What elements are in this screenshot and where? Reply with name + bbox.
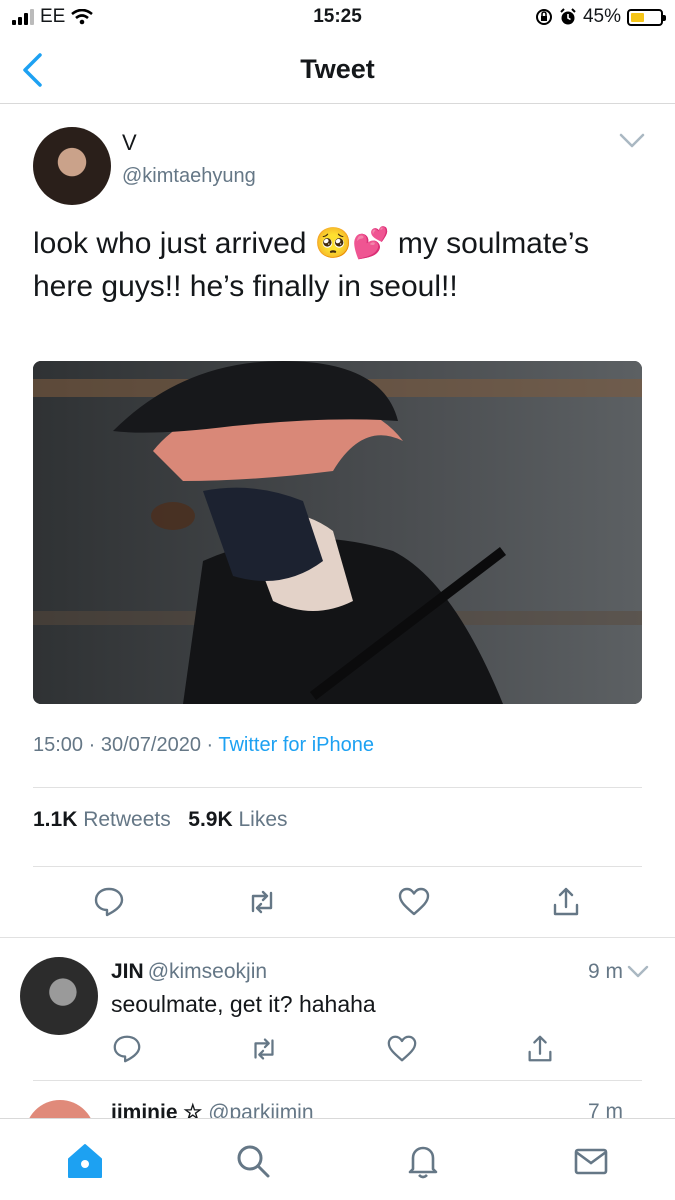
reply-author[interactable]: JIN @kimseokjin <box>111 960 267 984</box>
search-icon[interactable] <box>233 1141 273 1181</box>
status-right: 45% <box>535 6 666 28</box>
like-icon[interactable] <box>397 885 431 919</box>
page-title: Tweet <box>300 54 375 84</box>
likes-label: Likes <box>238 808 288 831</box>
tweet-photo[interactable] <box>33 361 642 704</box>
battery-fill <box>631 12 644 22</box>
battery-percent: 45% <box>582 6 621 27</box>
reply-time: 9 m <box>587 960 623 983</box>
likes-count: 5.9K <box>188 808 233 831</box>
author-handle[interactable]: @kimtaehyung <box>122 165 256 188</box>
reply-avatar[interactable] <box>20 957 98 1035</box>
tweet-meta: 15:00 · 30/07/2020 · Twitter for iPhone <box>33 734 374 757</box>
meta-separator: · <box>206 734 219 756</box>
reply-author[interactable]: jiminie ☆ @parkjimin <box>111 1100 314 1120</box>
notifications-icon[interactable] <box>403 1141 443 1181</box>
tweet-time: 15:00 <box>33 734 84 756</box>
divider <box>33 787 642 788</box>
tweet-stats: 1.1K Retweets 5.9K Likes <box>33 808 288 832</box>
divider <box>33 1080 642 1081</box>
messages-icon[interactable] <box>571 1141 611 1181</box>
reply-author-name: JIN <box>111 960 144 983</box>
tweet-source-link[interactable]: Twitter for iPhone <box>218 734 374 756</box>
reply-time: 7 m <box>587 1100 623 1120</box>
chevron-down-icon[interactable] <box>619 133 645 149</box>
retweet-icon[interactable] <box>245 885 279 919</box>
reply-text: seoulmate, get it? hahaha <box>111 991 376 1017</box>
reply-icon[interactable] <box>111 1033 143 1065</box>
chevron-down-icon[interactable] <box>627 965 649 979</box>
like-icon[interactable] <box>386 1033 418 1065</box>
retweets-label: Retweets <box>83 808 171 831</box>
reply-icon[interactable] <box>92 885 126 919</box>
status-bar: EE 15:25 45% <box>0 0 675 36</box>
photo-illustration <box>33 361 642 704</box>
divider <box>33 866 642 867</box>
share-icon[interactable] <box>549 885 583 919</box>
tweet-date: 30/07/2020 <box>100 734 201 756</box>
likes-stat[interactable]: 5.9K Likes <box>188 808 287 831</box>
divider <box>0 937 675 938</box>
author-avatar[interactable] <box>33 127 111 205</box>
tweet-text: look who just arrived 🥺💕 my soulmate’s h… <box>33 227 590 303</box>
meta-separator: · <box>88 734 101 756</box>
author-name[interactable]: V <box>122 130 137 156</box>
nav-header: Tweet <box>0 36 675 104</box>
retweet-icon[interactable] <box>248 1033 280 1065</box>
home-icon[interactable] <box>65 1141 105 1181</box>
rotation-lock-icon <box>535 9 552 25</box>
alarm-icon <box>560 8 576 25</box>
battery-icon <box>627 8 666 26</box>
share-icon[interactable] <box>524 1033 556 1065</box>
reply-author-handle: @kimseokjin <box>147 960 268 983</box>
tab-bar <box>0 1118 675 1200</box>
retweets-stat[interactable]: 1.1K Retweets <box>33 808 171 831</box>
retweets-count: 1.1K <box>33 808 78 831</box>
